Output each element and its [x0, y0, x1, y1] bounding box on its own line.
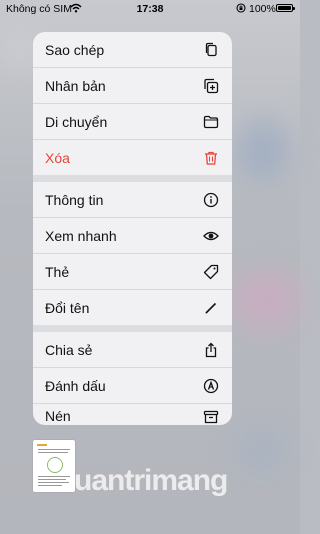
background-blur-shape	[238, 120, 288, 180]
thumbnail-text-line	[38, 452, 68, 453]
file-preview-thumbnail[interactable]	[33, 440, 75, 492]
tag-icon	[202, 263, 220, 281]
context-menu: Sao chép Nhân bản Di chuyển Xóa Thông ti…	[33, 32, 232, 425]
background-blur-shape	[232, 270, 302, 330]
menu-item-rename[interactable]: Đổi tên	[33, 290, 232, 325]
thumbnail-header-mark	[37, 444, 47, 446]
share-icon	[202, 341, 220, 359]
trash-icon	[202, 149, 220, 167]
menu-item-duplicate[interactable]: Nhân bản	[33, 68, 232, 103]
thumbnail-text-line	[38, 485, 62, 486]
menu-item-label: Thẻ	[45, 263, 70, 280]
menu-item-delete[interactable]: Xóa	[33, 140, 232, 175]
pencil-icon	[202, 299, 220, 317]
menu-item-share[interactable]: Chia sẻ	[33, 332, 232, 367]
menu-item-label: Nhân bản	[45, 77, 106, 94]
menu-item-markup[interactable]: Đánh dấu	[33, 368, 232, 403]
menu-item-quick-look[interactable]: Xem nhanh	[33, 218, 232, 253]
group-separator	[33, 325, 232, 332]
menu-item-compress[interactable]: Nén	[33, 404, 232, 425]
menu-item-info[interactable]: Thông tin	[33, 182, 232, 217]
archive-icon	[202, 408, 220, 425]
thumbnail-text-line	[38, 479, 66, 480]
battery-icon	[276, 4, 295, 12]
markup-icon	[202, 377, 220, 395]
copy-icon	[202, 41, 220, 59]
menu-item-label: Sao chép	[45, 41, 105, 58]
menu-item-label: Di chuyển	[45, 113, 108, 130]
background-blur-shape	[236, 430, 286, 470]
info-icon	[202, 191, 220, 209]
rotation-lock-icon	[236, 3, 246, 13]
thumbnail-figure	[47, 457, 63, 473]
menu-item-copy[interactable]: Sao chép	[33, 32, 232, 67]
battery-percent: 100%	[249, 3, 276, 15]
menu-item-move[interactable]: Di chuyển	[33, 104, 232, 139]
menu-item-label: Xóa	[45, 149, 70, 166]
status-bar: Không có SIM 17:38 100%	[0, 0, 300, 18]
menu-item-label: Nén	[45, 408, 71, 424]
eye-icon	[202, 227, 220, 245]
menu-item-label: Thông tin	[45, 191, 104, 208]
menu-item-label: Đổi tên	[45, 299, 90, 316]
menu-item-tags[interactable]: Thẻ	[33, 254, 232, 289]
group-separator	[33, 175, 232, 182]
watermark-text: uantrimang	[74, 464, 228, 497]
folder-icon	[202, 113, 220, 131]
menu-item-label: Xem nhanh	[45, 227, 117, 244]
menu-item-label: Chia sẻ	[45, 341, 93, 358]
thumbnail-text-line	[38, 449, 70, 450]
menu-item-label: Đánh dấu	[45, 377, 106, 394]
thumbnail-text-line	[38, 482, 69, 483]
thumbnail-text-line	[38, 476, 70, 477]
duplicate-icon	[202, 77, 220, 95]
